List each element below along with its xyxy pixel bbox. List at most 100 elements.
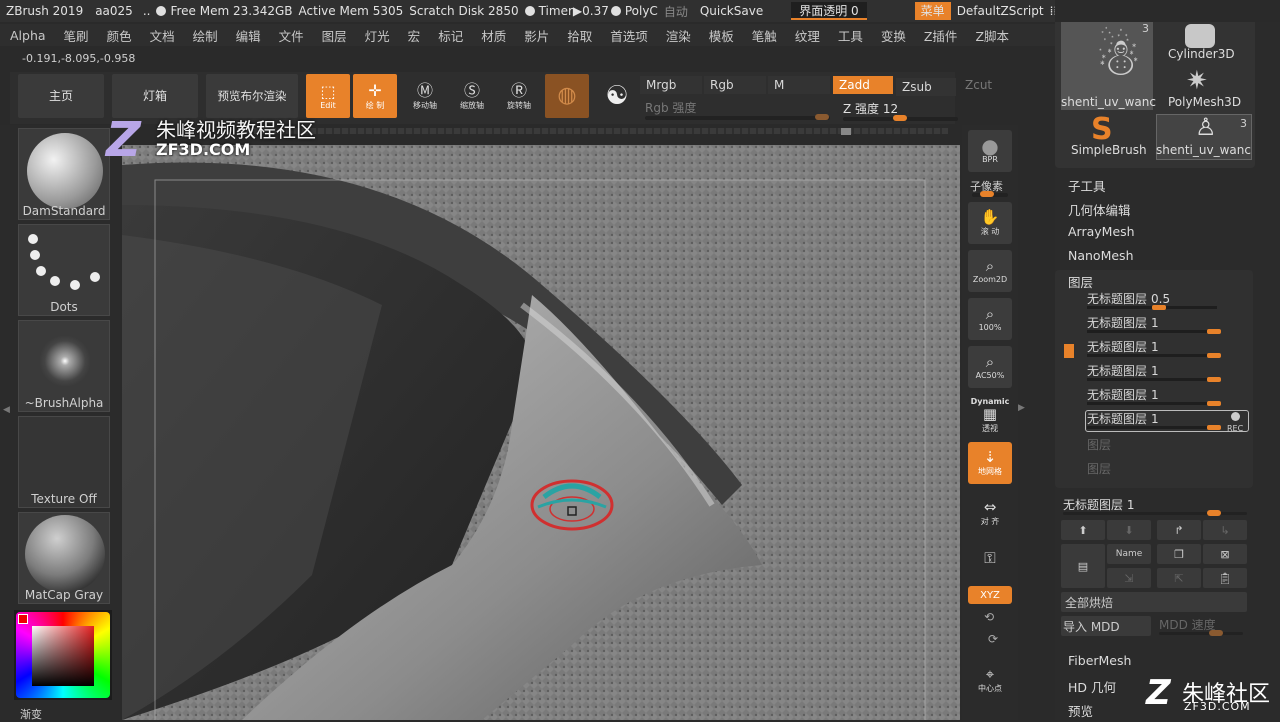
layer-strength-thumb[interactable] [1207,377,1221,382]
menu-item[interactable]: Z脚本 [965,26,1017,45]
layer-name-button[interactable]: Name [1107,544,1151,564]
layers-scroll-thumb[interactable] [1064,344,1074,358]
tool-name-polymesh[interactable]: PolyMesh3D [1168,95,1241,109]
menu-item[interactable]: 编辑 [226,26,269,45]
z-intensity-slider[interactable] [843,115,958,121]
canvas-viewport[interactable] [122,145,960,720]
subpixel-slider[interactable] [972,191,1008,197]
material-sphere-button[interactable]: ◍ [545,74,589,118]
menu-item[interactable]: 颜色 [97,26,140,45]
layer-new-button[interactable]: ▤ [1061,544,1105,588]
scale-button[interactable]: Ⓢ 缩放轴 [450,74,494,118]
menu-item[interactable]: 首选项 [600,26,656,45]
ui-transparency-slider[interactable]: 界面透明 0 [791,2,867,20]
menu-item[interactable]: 笔刷 [54,26,97,45]
left-tray-collapse-icon[interactable]: ◀ [3,405,10,415]
layer-strength-slider[interactable] [1087,401,1221,406]
menu-item[interactable]: 模板 [699,26,742,45]
m-button[interactable]: M [768,76,830,94]
local-symmetry-button[interactable]: ⚿ [968,538,1012,578]
mrgb-button[interactable]: Mrgb [640,76,702,94]
layers-header[interactable]: 图层 [1068,272,1093,291]
layer-import-button[interactable]: ⇲ [1107,568,1151,588]
layer-row[interactable]: 无标题图层1◉ [1087,314,1250,336]
record-label[interactable]: REC [1227,424,1243,433]
bake-all-button[interactable]: 全部烘焙 [1061,592,1247,612]
layer-export-button[interactable]: ⇱ [1157,568,1201,588]
menu-item[interactable]: 纹理 [785,26,828,45]
zcut-button[interactable]: Zcut [959,76,999,94]
menu-item[interactable]: 笔触 [742,26,785,45]
layer-up-button[interactable]: ⬆ [1061,520,1105,540]
layer-strength-thumb[interactable] [1152,305,1166,310]
scroll-button[interactable]: ✋ 滚 动 [968,202,1012,244]
rgb-intensity-slider[interactable] [645,114,830,120]
menu-item[interactable]: 材质 [471,26,514,45]
tool-name-simplebrush[interactable]: SimpleBrush [1071,143,1147,157]
layer-row[interactable]: 无标题图层0.5◉ [1087,290,1250,312]
rgb-button[interactable]: Rgb [704,76,766,94]
layer-strength-thumb[interactable] [1207,353,1221,358]
right-shelf-collapse-icon[interactable]: ▶ [1018,403,1025,413]
frame-button[interactable]: ⇔ 对 齐 [968,492,1012,534]
fibermesh-header[interactable]: FiberMesh [1068,653,1131,668]
layer-strength-slider[interactable] [1087,329,1221,334]
menu-item[interactable]: 渲染 [656,26,699,45]
move-button[interactable]: Ⓜ 移动轴 [403,74,447,118]
menu-button[interactable]: 菜单 [914,2,951,20]
antialias-half-button[interactable]: ⌕ AC50% [968,346,1012,388]
current-layer-slider[interactable] [1063,510,1247,516]
layer-duplicate-button[interactable]: ❐ [1157,544,1201,564]
texture-selector[interactable]: Texture Off [18,416,110,508]
layer-split-button[interactable]: ↱ [1157,520,1201,540]
layer-strength-thumb[interactable] [1207,401,1221,406]
zadd-button[interactable]: Zadd [833,76,893,94]
brush-selector[interactable]: DamStandard [18,128,110,220]
xyz-rotate-button[interactable]: XYZ [968,586,1012,604]
menu-item[interactable]: 拾取 [557,26,600,45]
hd-geometry-header[interactable]: HD 几何 [1068,677,1116,696]
draw-button[interactable]: ✛ 绘 制 [353,74,397,118]
record-icon[interactable] [1231,412,1240,421]
alpha-selector[interactable]: ~BrushAlpha [18,320,110,412]
menu-item[interactable]: 图层 [312,26,355,45]
zsub-button[interactable]: Zsub [896,78,956,96]
mdd-speed-slider[interactable] [1159,630,1243,636]
menu-item[interactable]: 工具 [828,26,871,45]
actual-size-button[interactable]: ⌕ 100% [968,298,1012,340]
layer-row[interactable]: 无标题图层1◉ [1087,338,1250,360]
menu-item[interactable]: 绘制 [183,26,226,45]
layer-delete-button[interactable]: ⊠ [1203,544,1247,564]
quicksave-button[interactable]: QuickSave [700,4,763,18]
rotate-y-icon[interactable]: ⟲ [984,610,994,624]
import-mdd-button[interactable]: 导入 MDD [1061,616,1151,636]
arraymesh-header[interactable]: ArrayMesh [1068,224,1135,239]
layer-strength-slider[interactable] [1087,305,1217,310]
rotate-z-icon[interactable]: ⟳ [988,632,998,646]
nanomesh-header[interactable]: NanoMesh [1068,248,1134,263]
layer-row[interactable]: 无标题图层1◉ [1087,362,1250,384]
preview-header[interactable]: 预览 [1068,701,1093,720]
geometry-header[interactable]: 几何体编辑 [1068,200,1131,219]
bpr-button[interactable]: ● BPR [968,130,1012,172]
layer-paste-button[interactable]: 📋︎ [1203,568,1247,588]
saturation-square[interactable] [32,626,94,686]
default-zscript-button[interactable]: DefaultZScript [957,4,1044,18]
layer-merge-button[interactable]: ↳ [1203,520,1247,540]
divider-handle[interactable] [841,128,851,135]
color-picker[interactable] [14,610,112,700]
menu-item[interactable]: 宏 [398,26,429,45]
menu-item[interactable]: 影片 [514,26,557,45]
floor-grid-button[interactable]: ⇣ 地网格 [968,442,1012,484]
menu-item[interactable]: 灯光 [355,26,398,45]
layer-strength-slider[interactable] [1087,377,1221,382]
rotate-button[interactable]: Ⓡ 旋转轴 [497,74,541,118]
yin-yang-button[interactable]: ☯ [595,74,639,118]
layout-icon[interactable]: ⁞⁞⁞ [1050,4,1055,18]
center-pivot-button[interactable]: ⌖ 中心点 [968,660,1012,700]
layer-down-button[interactable]: ⬇ [1107,520,1151,540]
stroke-selector[interactable]: Dots [18,224,110,316]
edit-button[interactable]: ⬚ Edit [306,74,350,118]
layer-row[interactable]: 无标题图层1◉ [1087,386,1250,408]
zoom2d-button[interactable]: ⌕ Zoom2D [968,250,1012,292]
